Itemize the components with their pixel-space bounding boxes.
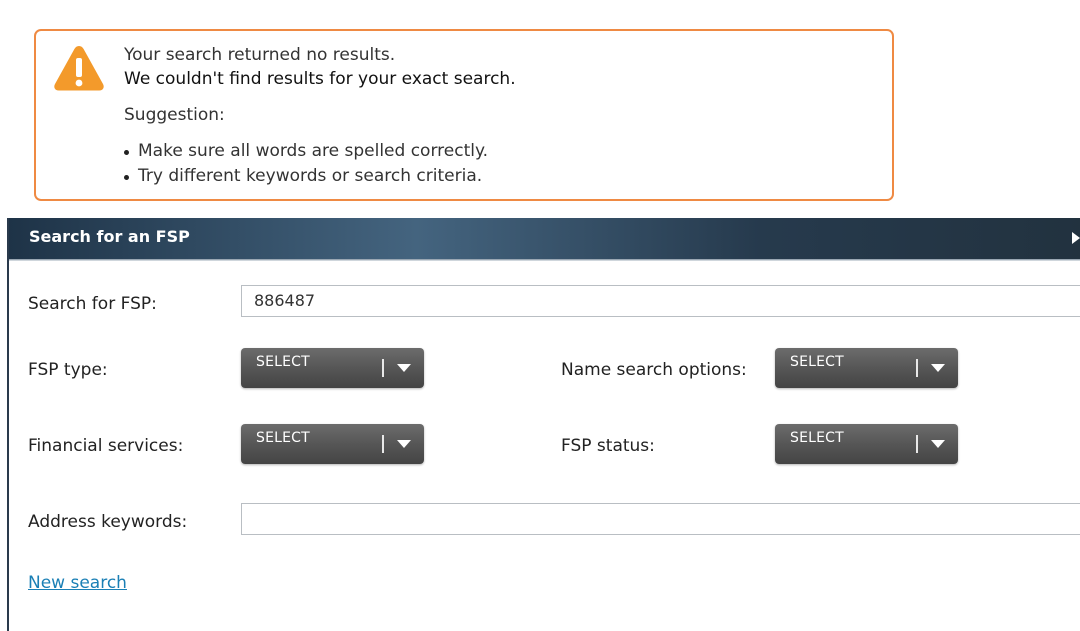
warning-icon [54, 46, 104, 91]
search-panel: Search for an FSP Search for FSP: 886487… [7, 218, 1080, 631]
name-search-options-selected: SELECT [790, 354, 844, 370]
triangle-right-icon[interactable] [1072, 232, 1080, 244]
suggestion-label: Suggestion: [124, 105, 225, 125]
chevron-down-icon [397, 440, 411, 448]
chevron-down-icon [931, 364, 945, 372]
financial-services-label: Financial services: [28, 436, 184, 456]
fsp-status-label: FSP status: [561, 436, 655, 456]
address-keywords-input[interactable] [241, 503, 1080, 535]
select-divider [916, 359, 918, 377]
address-keywords-label: Address keywords: [28, 512, 188, 532]
fsp-type-label: FSP type: [28, 360, 108, 380]
select-divider [916, 435, 918, 453]
chevron-down-icon [931, 440, 945, 448]
fsp-search-input[interactable]: 886487 [241, 285, 1080, 317]
select-divider [382, 435, 384, 453]
suggestion-list: Make sure all words are spelled correctl… [124, 139, 516, 189]
chevron-down-icon [397, 364, 411, 372]
fsp-search-label: Search for FSP: [28, 294, 157, 314]
page: Your search returned no results. We coul… [0, 0, 1080, 631]
fsp-status-select[interactable]: SELECT [775, 424, 958, 464]
fsp-type-selected: SELECT [256, 354, 310, 370]
alert-title: Your search returned no results. [124, 45, 396, 65]
suggestion-item: Make sure all words are spelled correctl… [124, 139, 516, 164]
alert-message: We couldn't find results for your exact … [124, 69, 516, 89]
financial-services-selected: SELECT [256, 430, 310, 446]
panel-title: Search for an FSP [29, 227, 190, 246]
select-divider [382, 359, 384, 377]
fsp-status-selected: SELECT [790, 430, 844, 446]
suggestion-item: Try different keywords or search criteri… [124, 164, 516, 189]
no-results-alert: Your search returned no results. We coul… [34, 29, 894, 201]
new-search-link[interactable]: New search [28, 573, 127, 593]
name-search-options-select[interactable]: SELECT [775, 348, 958, 388]
search-form: Search for FSP: 886487 FSP type: SELECT … [9, 260, 1080, 631]
name-search-options-label: Name search options: [561, 360, 747, 380]
financial-services-select[interactable]: SELECT [241, 424, 424, 464]
panel-header[interactable]: Search for an FSP [9, 218, 1080, 260]
fsp-type-select[interactable]: SELECT [241, 348, 424, 388]
